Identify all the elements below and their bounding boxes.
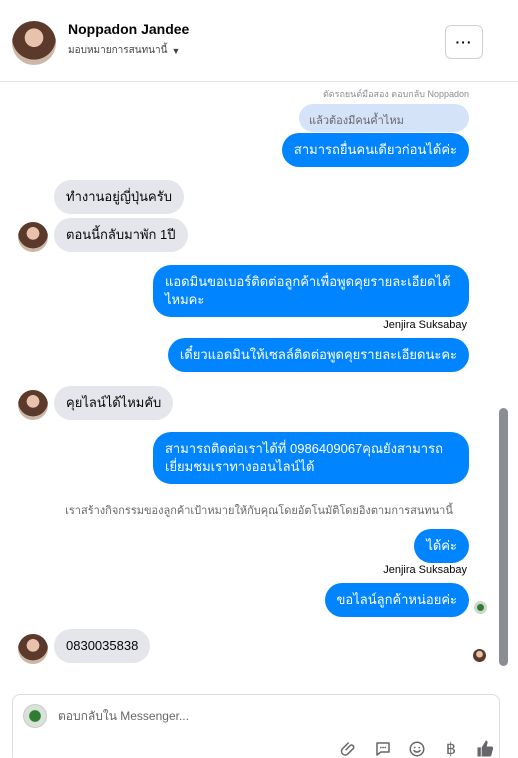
more-options-button[interactable]: ···: [445, 25, 483, 59]
assign-conversation-dropdown[interactable]: มอบหมายการสนทนานี้ ▼: [68, 43, 180, 58]
outgoing-message[interactable]: เดี๋ยวแอดมินให้เซลล์ติดต่อพูดคุยรายละเอี…: [167, 338, 469, 372]
incoming-message[interactable]: ทำงานอยู่ญี่ปุ่นครับ: [54, 180, 184, 214]
sender-name: Jenjira Suksabay: [383, 564, 467, 576]
outgoing-message[interactable]: สามารถติดต่อเราได้ที่ 0986409067คุณยังสา…: [153, 432, 469, 484]
seen-indicator-icon: [473, 649, 486, 662]
conversation-header: Noppadon Jandee มอบหมายการสนทนานี้ ▼ ···: [0, 0, 518, 82]
paperclip-icon[interactable]: [339, 739, 359, 758]
seen-indicator-icon: [474, 601, 487, 614]
contact-avatar[interactable]: [12, 21, 56, 65]
assign-conversation-label: มอบหมายการสนทนานี้: [68, 45, 168, 56]
caret-down-icon: ▼: [171, 45, 181, 56]
outgoing-message[interactable]: แอดมินขอเบอร์ติดต่อลูกค้าเพื่อพูดคุยรายล…: [153, 265, 469, 317]
sender-avatar: [18, 390, 48, 420]
outgoing-message[interactable]: ได้ค่ะ: [414, 529, 469, 563]
reply-composer: ฿: [12, 694, 500, 758]
sender-avatar: [18, 222, 48, 252]
outgoing-message[interactable]: ขอไลน์ลูกค้าหน่อยค่ะ: [324, 583, 469, 617]
outgoing-message[interactable]: สามารถยื่นคนเดียวก่อนได้ค่ะ: [281, 133, 469, 167]
sender-avatar: [18, 634, 48, 664]
reply-context-label: ตัดรถยนต์มือสอง ตอบกลับ Noppadon: [322, 89, 469, 99]
system-note: เราสร้างกิจกรรมของลูกค้าเป้าหมายให้กับคุ…: [65, 505, 453, 517]
incoming-message[interactable]: 0830035838: [54, 629, 151, 663]
page-logo-icon: [23, 704, 47, 728]
composer-toolbar: ฿: [339, 739, 495, 758]
contact-name[interactable]: Noppadon Jandee: [68, 21, 189, 37]
quoted-message[interactable]: แล้วต้องมีคนค้ำไหม: [299, 104, 469, 132]
message-thread[interactable]: ตัดรถยนต์มือสอง ตอบกลับ Noppadon แล้วต้อ…: [0, 83, 518, 688]
scrollbar[interactable]: [499, 408, 508, 666]
incoming-message[interactable]: ตอนนี้กลับมาพัก 1ปี: [54, 218, 188, 252]
baht-icon[interactable]: ฿: [441, 739, 461, 758]
chat-bubble-icon[interactable]: [373, 739, 393, 758]
thumbs-up-icon[interactable]: [475, 739, 495, 758]
incoming-message[interactable]: คุยไลน์ได้ไหมคับ: [54, 386, 174, 420]
emoji-icon[interactable]: [407, 739, 427, 758]
reply-input[interactable]: [58, 709, 478, 723]
sender-name: Jenjira Suksabay: [383, 319, 467, 331]
